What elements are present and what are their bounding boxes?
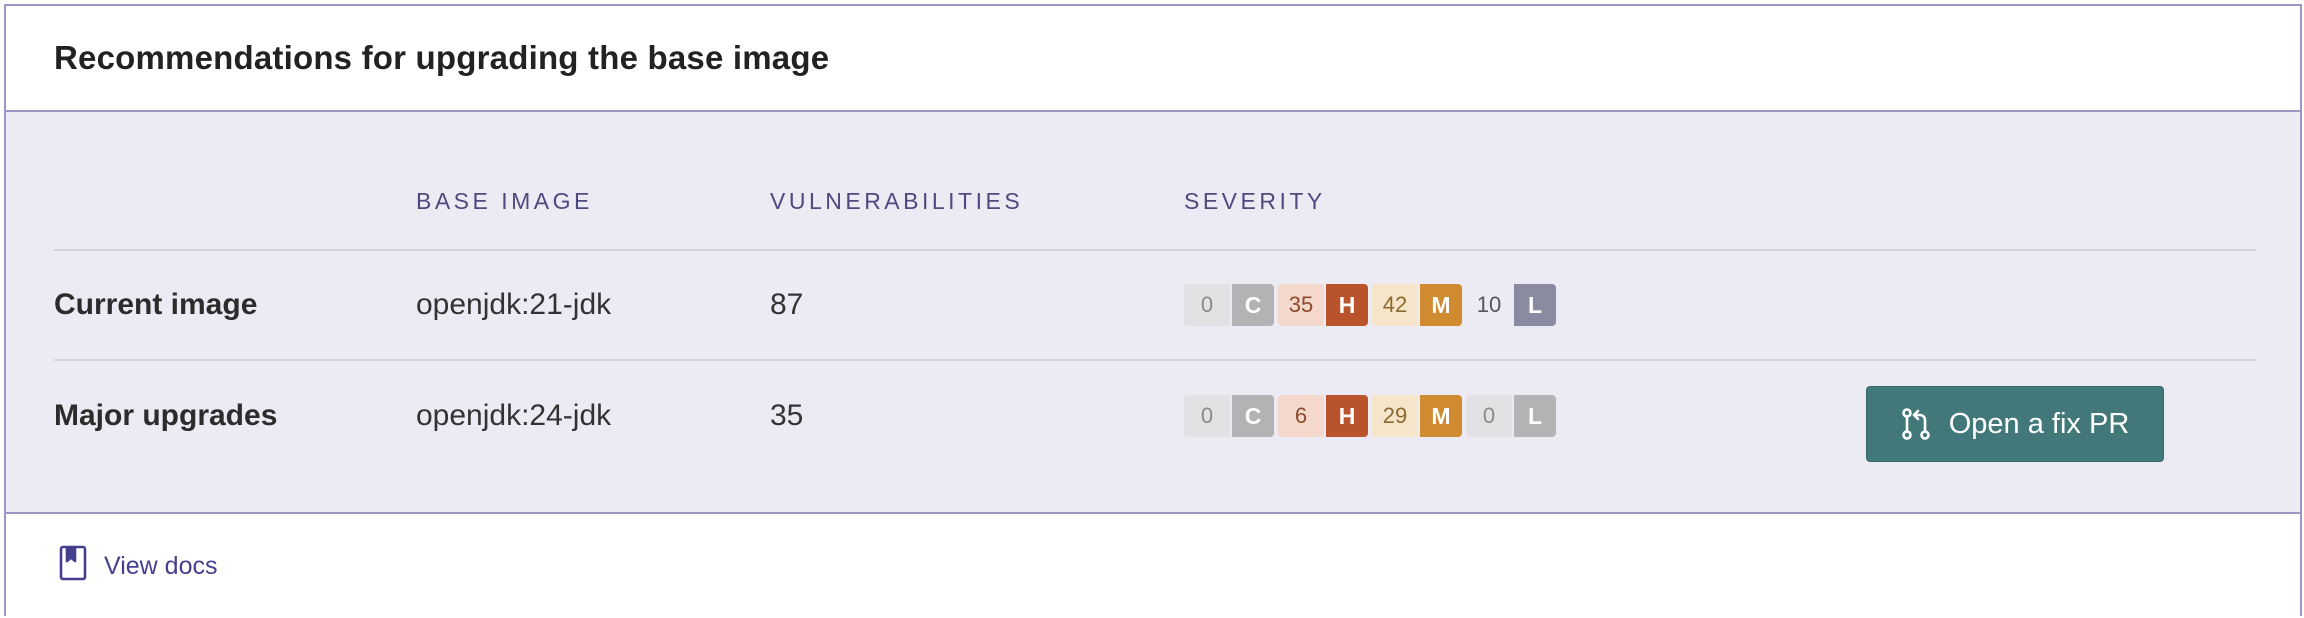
medium-letter: M xyxy=(1420,395,1462,437)
table-row-major-upgrades: Major upgrades openjdk:24-jdk 35 0 C 6 H xyxy=(54,361,2256,471)
high-badge: 6 H xyxy=(1278,395,1368,437)
low-count: 10 xyxy=(1466,284,1512,326)
high-letter: H xyxy=(1326,395,1368,437)
recommendations-table: BASE IMAGE VULNERABILITIES SEVERITY Curr… xyxy=(54,112,2256,471)
medium-count: 29 xyxy=(1372,395,1418,437)
critical-badge: 0 C xyxy=(1184,395,1274,437)
medium-letter: M xyxy=(1420,284,1462,326)
low-letter: L xyxy=(1514,284,1556,326)
book-icon xyxy=(58,545,88,588)
low-letter: L xyxy=(1514,395,1556,437)
open-fix-pr-button[interactable]: Open a fix PR xyxy=(1866,386,2164,462)
git-pull-request-icon xyxy=(1901,407,1931,441)
critical-badge: 0 C xyxy=(1184,284,1274,326)
table-header: BASE IMAGE VULNERABILITIES SEVERITY xyxy=(54,112,2256,251)
critical-letter: C xyxy=(1232,284,1274,326)
open-fix-pr-label: Open a fix PR xyxy=(1948,407,2130,440)
low-badge: 10 L xyxy=(1466,284,1556,326)
critical-count: 0 xyxy=(1184,395,1230,437)
high-letter: H xyxy=(1326,284,1368,326)
view-docs-label: View docs xyxy=(104,551,218,580)
base-image-name: openjdk:24-jdk xyxy=(416,399,612,432)
recommendations-panel: Recommendations for upgrading the base i… xyxy=(4,4,2302,616)
high-count: 6 xyxy=(1278,395,1324,437)
vulnerability-count: 87 xyxy=(770,288,804,321)
low-count: 0 xyxy=(1466,395,1512,437)
row-label: Current image xyxy=(54,288,258,321)
vulnerability-count: 35 xyxy=(770,399,804,432)
header-vulnerabilities: VULNERABILITIES xyxy=(770,188,1024,214)
table-row-current-image: Current image openjdk:21-jdk 87 0 C 35 H xyxy=(54,251,2256,361)
medium-badge: 29 M xyxy=(1372,395,1462,437)
recommendations-table-area: BASE IMAGE VULNERABILITIES SEVERITY Curr… xyxy=(6,112,2300,514)
panel-header: Recommendations for upgrading the base i… xyxy=(6,6,2300,112)
view-docs-link[interactable]: View docs xyxy=(58,545,218,588)
medium-count: 42 xyxy=(1372,284,1418,326)
severity-badges: 0 C 6 H 29 M 0 L xyxy=(1184,361,1560,471)
header-base-image: BASE IMAGE xyxy=(416,188,593,214)
critical-letter: C xyxy=(1232,395,1274,437)
medium-badge: 42 M xyxy=(1372,284,1462,326)
high-count: 35 xyxy=(1278,284,1324,326)
severity-badges: 0 C 35 H 42 M 10 L xyxy=(1184,251,1560,359)
header-severity: SEVERITY xyxy=(1184,188,1326,214)
row-label: Major upgrades xyxy=(54,399,278,432)
panel-footer: View docs xyxy=(6,514,2300,618)
low-badge: 0 L xyxy=(1466,395,1556,437)
critical-count: 0 xyxy=(1184,284,1230,326)
high-badge: 35 H xyxy=(1278,284,1368,326)
base-image-name: openjdk:21-jdk xyxy=(416,288,612,321)
panel-title: Recommendations for upgrading the base i… xyxy=(54,39,830,76)
